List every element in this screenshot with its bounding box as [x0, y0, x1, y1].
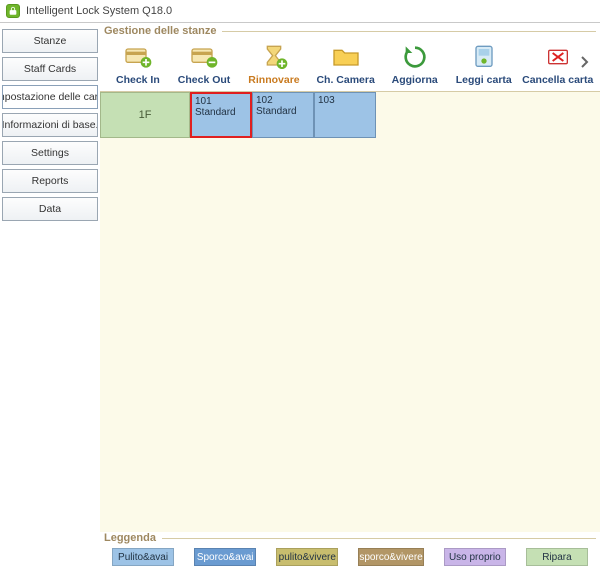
room-type: Standard [195, 107, 247, 118]
card-reader-icon [468, 41, 500, 73]
renew-button[interactable]: Rinnovare [248, 41, 299, 87]
sidebar-item-label: Data [39, 203, 61, 215]
tool-label: Leggi carta [456, 75, 512, 87]
room-grid: 1F 101 Standard 102 Standard 103 [100, 91, 600, 532]
swatch-label: sporco&vivere [359, 552, 422, 563]
folder-icon [330, 41, 362, 73]
card-plus-icon [122, 41, 154, 73]
group-title: Gestione delle stanze [104, 25, 596, 37]
refresh-icon [399, 41, 431, 73]
sidebar-item-label: Staff Cards [24, 63, 76, 75]
tool-label: Ch. Camera [316, 75, 374, 87]
sidebar-item-label: Reports [32, 175, 69, 187]
hourglass-plus-icon [258, 41, 290, 73]
room-cell-101[interactable]: 101 Standard [190, 92, 252, 138]
room-number: 103 [318, 95, 372, 106]
sidebar-item-data[interactable]: Data [2, 197, 98, 221]
sidebar-item-stanze[interactable]: Stanze [2, 29, 98, 53]
sidebar-item-settings[interactable]: Settings [2, 141, 98, 165]
group-rooms: Gestione delle stanze [104, 25, 596, 87]
legend-group: Leggenda Pulito&avai Sporco&avai pulito&… [100, 532, 600, 573]
main-panel: Gestione delle stanze [100, 23, 600, 573]
rooms-row: 1F 101 Standard 102 Standard 103 [100, 92, 600, 138]
legend-swatch-clean-live: pulito&vivere [276, 548, 338, 566]
swatch-label: pulito&vivere [279, 552, 336, 563]
room-cell-103[interactable]: 103 [314, 92, 376, 138]
app-title: Intelligent Lock System Q18.0 [26, 5, 172, 17]
floor-cell[interactable]: 1F [100, 92, 190, 138]
room-cell-102[interactable]: 102 Standard [252, 92, 314, 138]
room-number: 101 [195, 96, 247, 107]
change-room-button[interactable]: Ch. Camera [318, 41, 374, 87]
card-delete-icon [542, 41, 574, 73]
sidebar-item-informazioni[interactable]: Informazioni di base. [2, 113, 98, 137]
refresh-button[interactable]: Aggiorna [392, 41, 438, 87]
app-window: Intelligent Lock System Q18.0 Stanze Sta… [0, 0, 600, 573]
tool-label: Cancella carta [522, 75, 593, 87]
toolbar-overflow-button[interactable] [578, 51, 592, 73]
read-card-button[interactable]: Leggi carta [456, 41, 512, 87]
swatch-label: Sporco&avai [197, 552, 254, 563]
tool-label: Check Out [178, 75, 231, 87]
floor-label: 1F [139, 109, 152, 121]
sidebar-item-reports[interactable]: Reports [2, 169, 98, 193]
sidebar-item-label: Informazioni di base. [2, 119, 98, 131]
legend-swatch-repair: Ripara [526, 548, 588, 566]
sidebar-item-label: Impostazione delle carte [2, 91, 98, 103]
tool-label: Rinnovare [248, 75, 299, 87]
legend-swatch-dirty-avail: Sporco&avai [194, 548, 256, 566]
checkin-button[interactable]: Check In [116, 41, 160, 87]
swatch-label: Uso proprio [449, 552, 501, 563]
sidebar-item-label: Stanze [34, 35, 67, 47]
legend-title: Leggenda [104, 532, 596, 544]
body: Stanze Staff Cards Impostazione delle ca… [0, 23, 600, 573]
app-icon [6, 4, 20, 18]
titlebar: Intelligent Lock System Q18.0 [0, 0, 600, 22]
legend-swatch-dirty-live: sporco&vivere [358, 548, 423, 566]
toolbar: Check In [104, 37, 596, 87]
swatch-label: Ripara [542, 552, 571, 563]
sidebar-item-staff-cards[interactable]: Staff Cards [2, 57, 98, 81]
legend-swatch-clean-avail: Pulito&avai [112, 548, 174, 566]
sidebar: Stanze Staff Cards Impostazione delle ca… [0, 23, 100, 573]
checkout-button[interactable]: Check Out [178, 41, 231, 87]
legend-swatches: Pulito&avai Sporco&avai pulito&vivere sp… [104, 544, 596, 566]
card-minus-icon [188, 41, 220, 73]
sidebar-item-impostazione-carte[interactable]: Impostazione delle carte [2, 85, 98, 109]
legend-swatch-own-use: Uso proprio [444, 548, 506, 566]
swatch-label: Pulito&avai [118, 552, 168, 563]
room-number: 102 [256, 95, 310, 106]
tool-label: Aggiorna [392, 75, 438, 87]
room-type: Standard [256, 106, 310, 117]
sidebar-item-label: Settings [31, 147, 69, 159]
tool-label: Check In [116, 75, 160, 87]
